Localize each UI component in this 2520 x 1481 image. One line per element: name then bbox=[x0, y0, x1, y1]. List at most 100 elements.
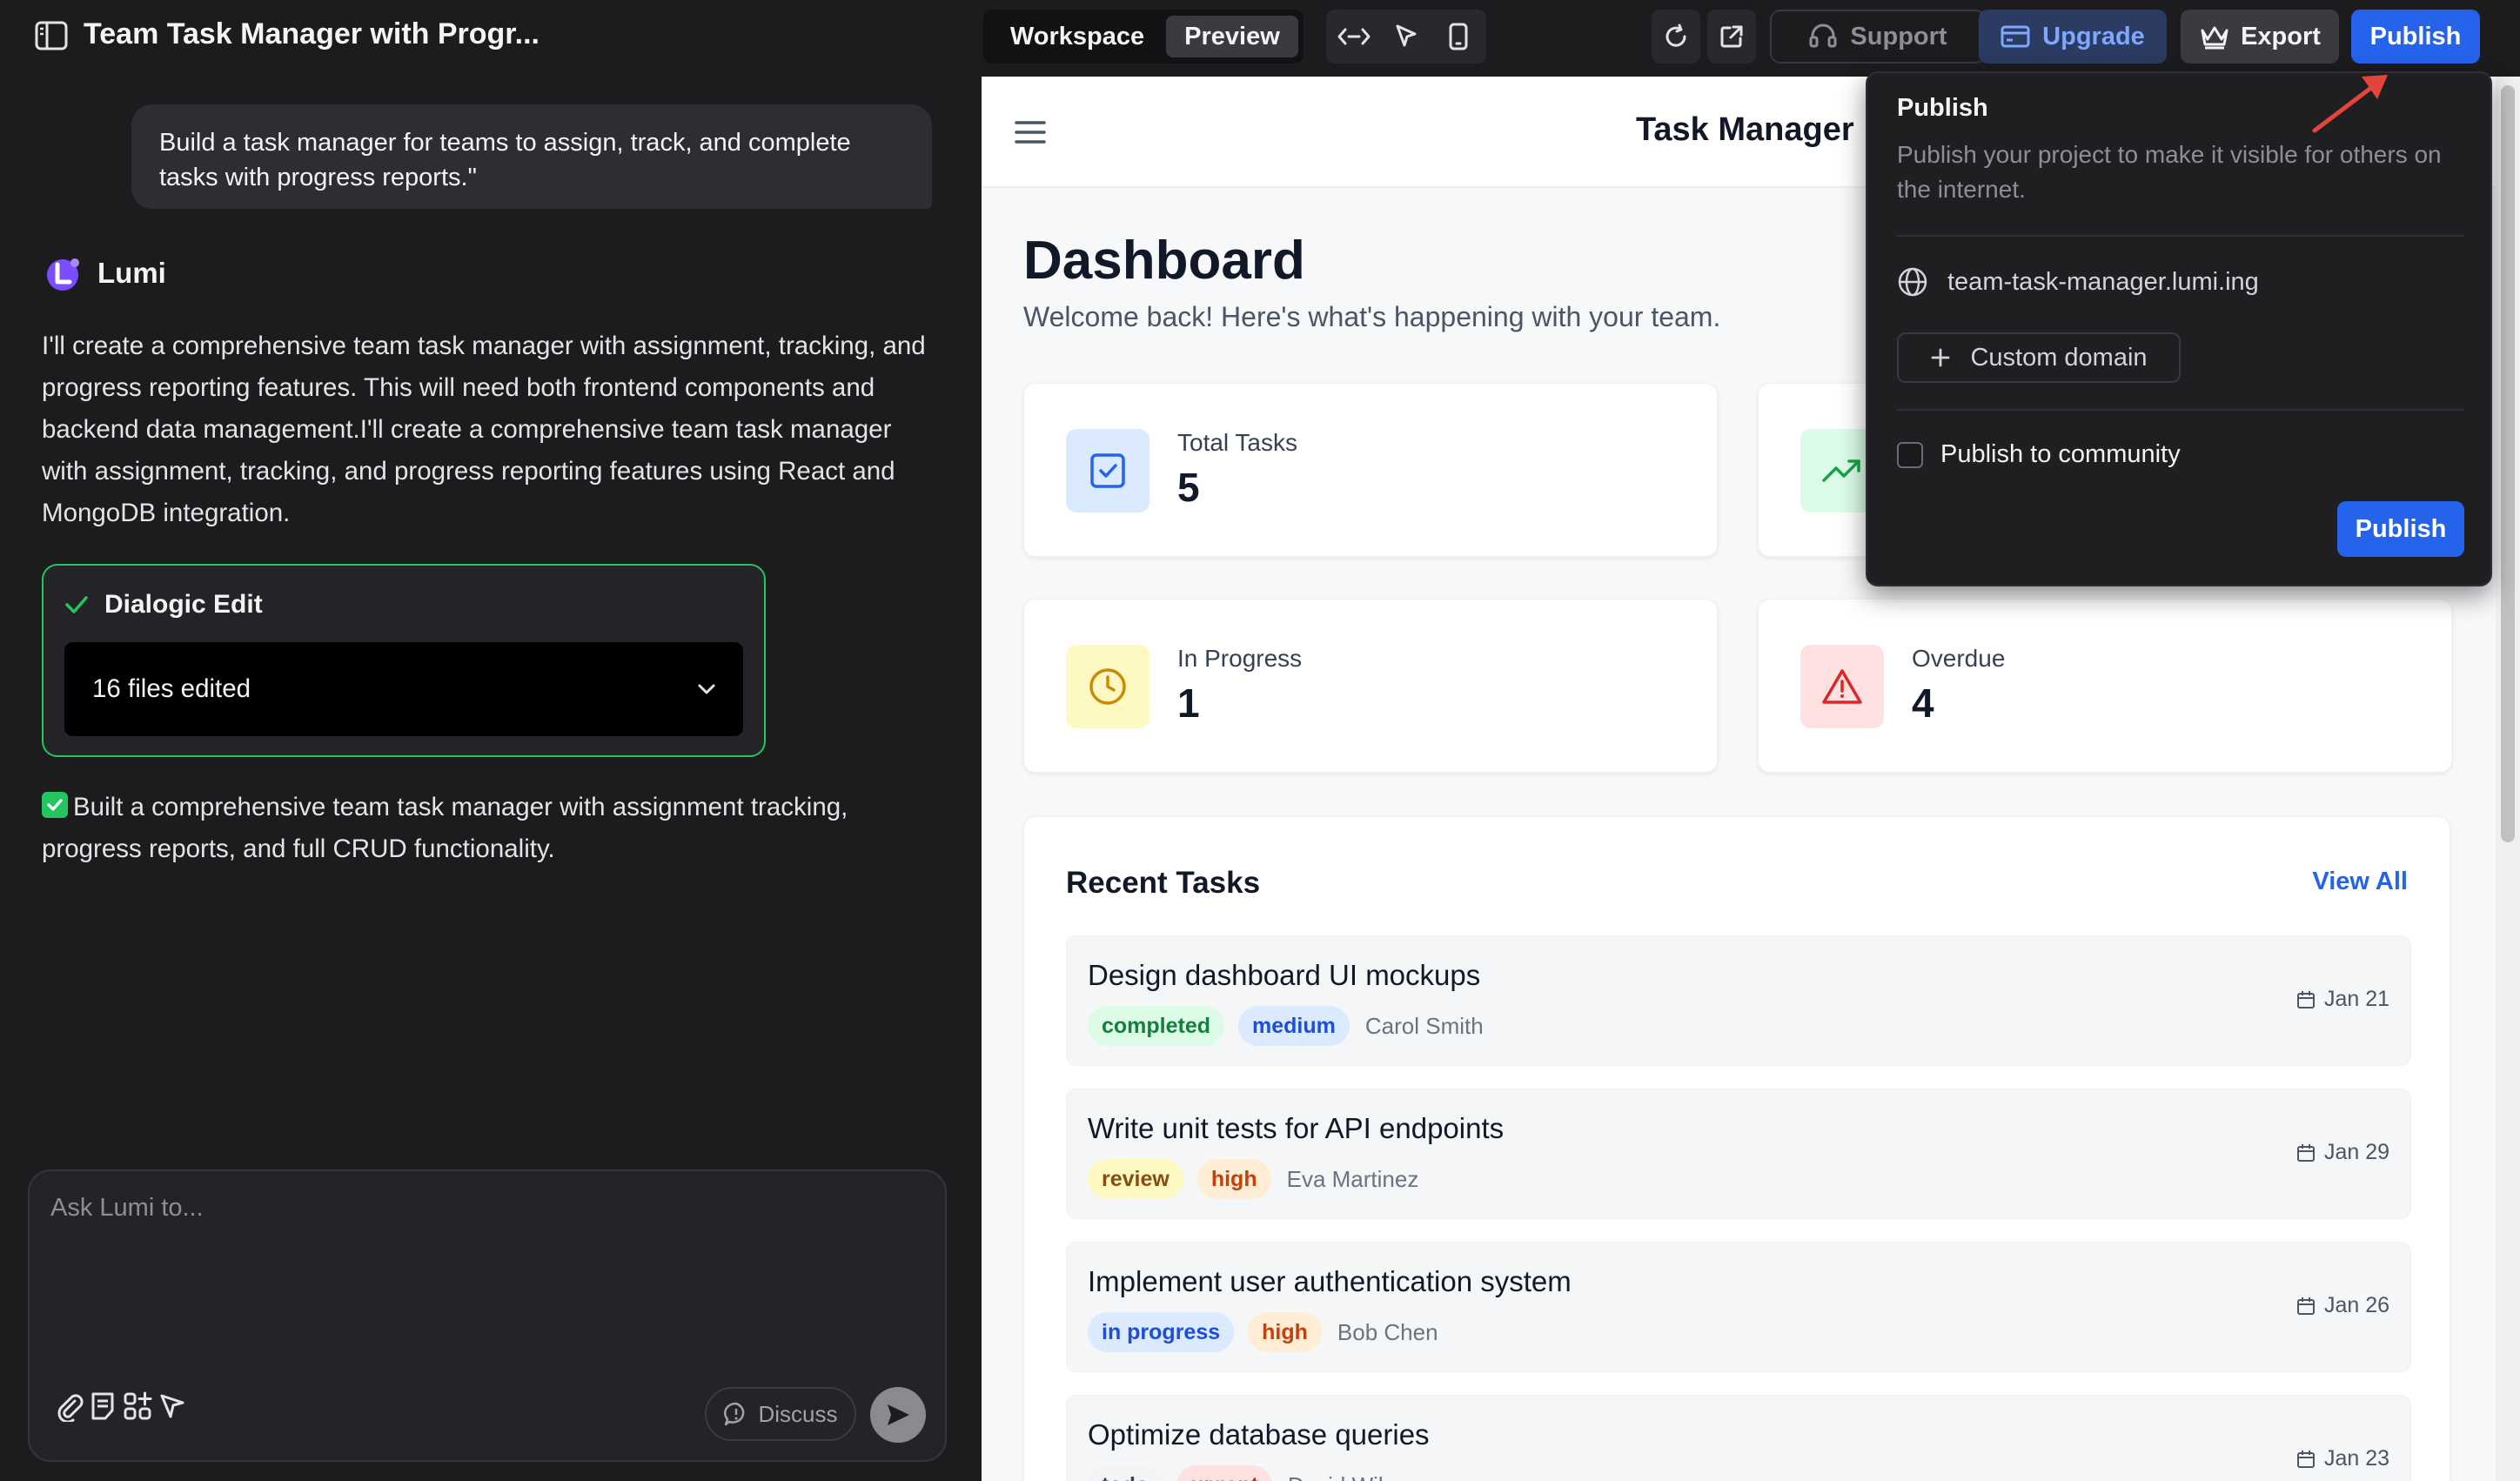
check-mark-icon bbox=[42, 792, 68, 818]
custom-domain-label: Custom domain bbox=[1970, 343, 2148, 372]
plus-icon bbox=[1930, 347, 1951, 368]
preview-scrollbar[interactable] bbox=[2496, 77, 2520, 1481]
note-icon[interactable] bbox=[84, 1387, 122, 1425]
calendar-icon bbox=[2296, 1297, 2316, 1316]
send-arrow-icon[interactable] bbox=[153, 1387, 191, 1425]
calendar-icon bbox=[2296, 990, 2316, 1009]
stat-label: Overdue bbox=[1912, 645, 2006, 672]
task-due-date: Jan 29 bbox=[2296, 1140, 2389, 1165]
stat-value: 1 bbox=[1177, 680, 1200, 726]
send-icon bbox=[883, 1400, 913, 1430]
sidebar-toggle-icon[interactable] bbox=[35, 21, 68, 50]
task-date-label: Jan 29 bbox=[2323, 1140, 2389, 1164]
divider bbox=[1897, 235, 2464, 237]
chat-composer[interactable]: Ask Lumi to... Discuss bbox=[28, 1169, 947, 1462]
view-switcher: Workspace Preview bbox=[983, 10, 1304, 64]
priority-badge: urgent bbox=[1176, 1465, 1272, 1481]
clock-icon bbox=[1066, 645, 1149, 728]
assistant-message: I'll create a comprehensive team task ma… bbox=[42, 332, 926, 527]
files-edited-label: 16 files edited bbox=[92, 674, 251, 703]
task-assignee: Eva Martinez bbox=[1286, 1165, 1419, 1192]
tab-preview[interactable]: Preview bbox=[1166, 16, 1298, 57]
view-all-link[interactable]: View All bbox=[2312, 868, 2408, 896]
priority-badge: high bbox=[1248, 1312, 1322, 1352]
send-button[interactable] bbox=[870, 1387, 926, 1443]
task-due-date: Jan 23 bbox=[2296, 1446, 2389, 1471]
user-message: Build a task manager for teams to assign… bbox=[131, 104, 932, 209]
calendar-icon bbox=[2296, 1143, 2316, 1163]
top-bar: Team Task Manager with Progr... Workspac… bbox=[0, 0, 2520, 71]
task-row[interactable]: Optimize database queries todo urgent Da… bbox=[1066, 1395, 2411, 1481]
domain-label: team-task-manager.lumi.ing bbox=[1947, 267, 2259, 296]
task-due-date: Jan 26 bbox=[2296, 1293, 2389, 1318]
hamburger-icon[interactable] bbox=[1013, 115, 1048, 150]
task-meta: review high Eva Martinez bbox=[1088, 1159, 1418, 1199]
popover-title: Publish bbox=[1897, 94, 1988, 122]
chevron-down-icon bbox=[696, 682, 717, 696]
refresh-button[interactable] bbox=[1652, 10, 1700, 64]
recent-tasks-title: Recent Tasks bbox=[1066, 866, 1261, 900]
globe-icon bbox=[1897, 266, 1928, 298]
page-subtitle: Welcome back! Here's what's happening wi… bbox=[1023, 301, 1721, 332]
popover-description: Publish your project to make it visible … bbox=[1897, 141, 2442, 203]
checkbox-icon bbox=[1066, 429, 1149, 513]
code-icon[interactable] bbox=[1335, 17, 1373, 56]
publish-community-toggle[interactable]: Publish to community bbox=[1897, 440, 2181, 469]
tab-workspace[interactable]: Workspace bbox=[990, 16, 1164, 57]
support-label: Support bbox=[1850, 22, 1947, 50]
mobile-icon[interactable] bbox=[1439, 17, 1478, 56]
export-button[interactable]: Export bbox=[2181, 10, 2339, 64]
export-label: Export bbox=[2241, 22, 2321, 50]
edit-card-title: Dialogic Edit bbox=[104, 590, 263, 619]
community-checkbox[interactable] bbox=[1897, 441, 1923, 468]
publish-popover: Publish Publish your project to make it … bbox=[1866, 71, 2492, 586]
priority-badge: medium bbox=[1238, 1006, 1350, 1046]
task-name: Write unit tests for API endpoints bbox=[1088, 1112, 1505, 1144]
composer-placeholder: Ask Lumi to... bbox=[50, 1194, 204, 1222]
dialogic-edit-card: Dialogic Edit 16 files edited bbox=[42, 564, 766, 757]
page-title: Dashboard bbox=[1023, 231, 1305, 291]
assistant-name: Lumi bbox=[97, 257, 166, 289]
refresh-icon bbox=[1662, 23, 1690, 50]
assistant-header: Lumi bbox=[42, 254, 166, 292]
completion-summary-text: Built a comprehensive team task manager … bbox=[42, 793, 848, 863]
task-assignee: Bob Chen bbox=[1337, 1318, 1438, 1345]
cursor-icon[interactable] bbox=[1387, 17, 1425, 56]
open-external-button[interactable] bbox=[1707, 10, 1756, 64]
discuss-label: Discuss bbox=[758, 1400, 838, 1427]
task-assignee: Carol Smith bbox=[1364, 1012, 1484, 1039]
discuss-button[interactable]: Discuss bbox=[705, 1387, 856, 1441]
external-link-icon bbox=[1718, 23, 1746, 50]
task-date-label: Jan 23 bbox=[2323, 1446, 2389, 1471]
task-meta: completed medium Carol Smith bbox=[1088, 1006, 1484, 1046]
completion-summary: Built a comprehensive team task manager … bbox=[42, 787, 938, 870]
task-row[interactable]: Implement user authentication system in … bbox=[1066, 1242, 2411, 1372]
check-icon bbox=[64, 594, 89, 615]
app-title: Task Manager bbox=[1636, 111, 1854, 148]
stat-value: 5 bbox=[1177, 465, 1200, 510]
task-name: Implement user authentication system bbox=[1088, 1265, 1572, 1297]
lumi-logo-icon bbox=[42, 254, 85, 292]
annotation-arrow-icon bbox=[2308, 68, 2395, 137]
files-edited-dropdown[interactable]: 16 files edited bbox=[64, 642, 743, 736]
preview-tools bbox=[1326, 10, 1486, 64]
status-badge: completed bbox=[1088, 1006, 1225, 1046]
stat-card-overdue: Overdue 4 bbox=[1758, 599, 2452, 773]
scrollbar-thumb[interactable] bbox=[2501, 85, 2515, 842]
upgrade-label: Upgrade bbox=[2042, 22, 2145, 50]
priority-badge: high bbox=[1196, 1159, 1271, 1199]
task-assignee: David Wilson bbox=[1288, 1472, 1420, 1481]
custom-domain-button[interactable]: Custom domain bbox=[1897, 332, 2181, 383]
support-button[interactable]: Support bbox=[1770, 10, 1986, 64]
published-domain[interactable]: team-task-manager.lumi.ing bbox=[1897, 266, 2259, 298]
popover-publish-button[interactable]: Publish bbox=[2337, 501, 2464, 557]
chat-panel: Build a task manager for teams to assign… bbox=[0, 71, 982, 1481]
publish-button[interactable]: Publish bbox=[2351, 10, 2480, 64]
task-row[interactable]: Write unit tests for API endpoints revie… bbox=[1066, 1089, 2411, 1219]
chat-bubble-icon bbox=[723, 1401, 749, 1427]
card-icon bbox=[2001, 24, 2030, 49]
calendar-icon bbox=[2296, 1450, 2316, 1469]
apps-icon[interactable] bbox=[118, 1387, 157, 1425]
task-row[interactable]: Design dashboard UI mockups completed me… bbox=[1066, 935, 2411, 1066]
upgrade-button[interactable]: Upgrade bbox=[1979, 10, 2167, 64]
